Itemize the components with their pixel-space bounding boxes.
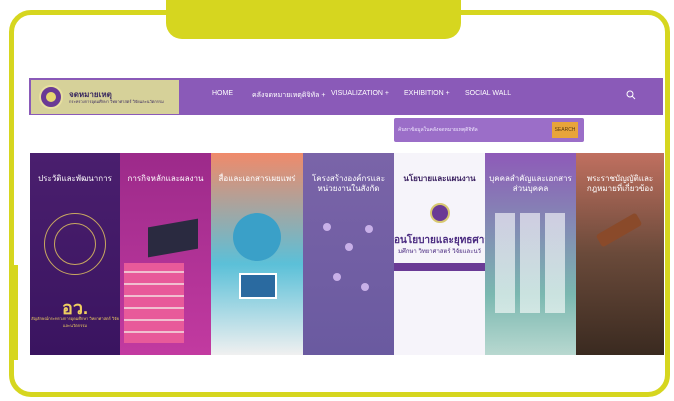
nav-visualization[interactable]: VISUALIZATION +: [331, 90, 389, 97]
globe-icon: [233, 213, 281, 261]
ministry-seal-icon: [430, 203, 450, 223]
site-logo[interactable]: จดหมายเหตุ กระทรวงการอุดมศึกษา วิทยาศาสต…: [31, 80, 179, 114]
search-button[interactable]: SEARCH: [552, 122, 578, 138]
nav-exhibition[interactable]: EXHIBITION +: [404, 90, 450, 97]
emblem-ring-inner: [54, 223, 96, 265]
network-node: [323, 223, 331, 231]
panel-history[interactable]: ประวัติและพัฒนาการ อว. สัญลักษณ์กระทรวงก…: [30, 153, 120, 355]
stairs-illustration: [124, 263, 184, 343]
panel-title: โครงสร้างองค์กรและหน่วยงานในสังกัด: [312, 174, 385, 193]
nav-home[interactable]: HOME: [212, 90, 233, 97]
panel-laws[interactable]: พระราชบัญญัติและกฎหมายที่เกี่ยวข้อง: [576, 153, 664, 355]
search-input[interactable]: [398, 124, 548, 136]
purple-banner: [394, 263, 485, 271]
page-frame: จดหมายเหตุ กระทรวงการอุดมศึกษา วิทยาศาสต…: [0, 0, 674, 401]
network-node: [333, 273, 341, 281]
logo-title: จดหมายเหตุ: [69, 90, 112, 99]
network-node: [345, 243, 353, 251]
panel-title: นโยบายและแผนงาน: [403, 174, 476, 183]
panel-organization[interactable]: โครงสร้างองค์กรและหน่วยงานในสังกัด: [303, 153, 394, 355]
left-yellow-accent: [9, 265, 18, 360]
category-panels: ประวัติและพัฒนาการ อว. สัญลักษณ์กระทรวงก…: [30, 153, 664, 355]
panel-title: บุคคลสำคัญและเอกสารส่วนบุคคล: [489, 174, 572, 193]
nav-social-wall[interactable]: SOCIAL WALL: [465, 90, 511, 97]
graduation-cap-icon: [148, 218, 198, 258]
person-cards-illustration: [495, 213, 565, 313]
panel-title: สื่อและเอกสารเผยแพร่: [218, 174, 296, 183]
panel-persons[interactable]: บุคคลสำคัญและเอกสารส่วนบุคคล: [485, 153, 576, 355]
panel-missions[interactable]: การกิจหลักและผลงาน: [120, 153, 211, 355]
panel-emblem-caption: สัญลักษณ์กระทรวงการอุดมศึกษา วิทยาศาสตร์…: [31, 316, 119, 328]
network-node: [365, 225, 373, 233]
panel-policy[interactable]: นโยบายและแผนงาน อนโยบายและยุทธศาส มศึกษา…: [394, 153, 485, 355]
panel-media[interactable]: สื่อและเอกสารเผยแพร่: [211, 153, 303, 355]
panel-title: ประวัติและพัฒนาการ: [38, 174, 112, 183]
search-icon[interactable]: [626, 90, 636, 100]
panel-title: พระราชบัญญัติและกฎหมายที่เกี่ยวข้อง: [586, 174, 654, 193]
nav-digital-archive[interactable]: คลังจดหมายเหตุดิจิทัล +: [252, 90, 325, 101]
panel-title: การกิจหลักและผลงาน: [127, 174, 204, 183]
seal-icon: [39, 85, 63, 109]
gavel-icon: [595, 212, 643, 248]
laptop-icon: [239, 273, 277, 299]
panel-subtitle-2: มศึกษา วิทยาศาสตร์ วิจัยและนวั: [398, 249, 481, 255]
top-yellow-tab: [166, 0, 461, 39]
network-node: [361, 283, 369, 291]
logo-subtitle: กระทรวงการอุดมศึกษา วิทยาศาสตร์ วิจัยและ…: [69, 99, 164, 104]
